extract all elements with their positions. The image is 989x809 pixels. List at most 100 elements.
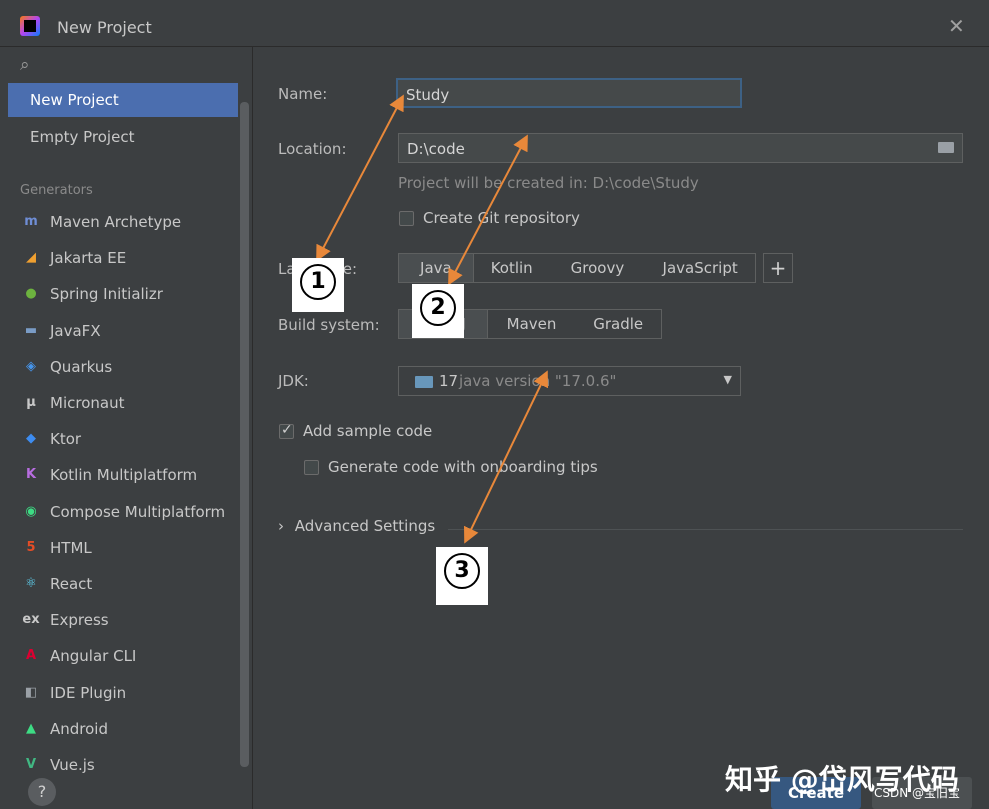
html-icon: 5 — [26, 539, 36, 555]
generator-label: Android — [50, 719, 108, 738]
generator-item[interactable]: ▬ JavaFX — [8, 314, 238, 348]
annotation-two-label: 2 — [420, 290, 456, 326]
git-checkbox-label: Create Git repository — [423, 209, 580, 227]
vue-icon: V — [25, 757, 37, 772]
location-input[interactable]: D:\code — [398, 133, 963, 163]
generator-label: Compose Multiplatform — [50, 502, 226, 521]
advanced-settings-divider — [448, 529, 963, 530]
onboarding-checkbox[interactable] — [304, 460, 319, 475]
annotation-two: 2 — [412, 284, 464, 338]
jdk-label: JDK: — [278, 372, 309, 390]
name-label: Name: — [278, 85, 328, 103]
name-input[interactable]: Study — [396, 78, 742, 108]
help-button[interactable]: ? — [28, 778, 56, 806]
annotation-one-label: 1 — [300, 264, 336, 300]
generators-header: Generators — [20, 183, 93, 198]
angular-icon: A — [25, 648, 37, 664]
sidebar-item-label: New Project — [30, 91, 119, 109]
ktor-icon: ◆ — [26, 431, 36, 447]
title-bar: New Project ✕ — [0, 0, 989, 47]
git-checkbox[interactable] — [399, 211, 414, 226]
sidebar-item-new-project[interactable]: New Project — [8, 83, 238, 117]
generator-label: Kotlin Multiplatform — [50, 466, 198, 485]
annotation-one: 1 — [292, 258, 344, 312]
micronaut-icon: μ — [26, 395, 36, 410]
generator-item[interactable]: A Angular CLI — [8, 639, 238, 673]
build-system-label: Build system: — [278, 316, 380, 334]
express-icon: ex — [22, 612, 40, 628]
generator-item[interactable]: m Maven Archetype — [8, 205, 238, 239]
location-hint: Project will be created in: D:\code\Stud… — [398, 174, 699, 192]
intellij-logo-icon — [20, 16, 40, 36]
generator-item[interactable]: ▲ Android — [8, 712, 238, 746]
generator-item[interactable]: ◢ Jakarta EE — [8, 241, 238, 275]
generator-label: Quarkus — [50, 357, 113, 376]
generator-item[interactable]: 5 HTML — [8, 531, 238, 565]
add-language-button[interactable]: + — [763, 253, 793, 283]
annotation-three: 3 — [436, 547, 488, 605]
language-groovy[interactable]: Groovy — [550, 254, 646, 282]
sidebar-item-empty-project[interactable]: Empty Project — [8, 120, 238, 154]
sidebar-scrollbar[interactable] — [240, 102, 249, 767]
spring-icon: ● — [25, 286, 37, 302]
javafx-icon: ▬ — [24, 322, 38, 338]
csdn-watermark: CSDN @宝旧宝 — [874, 786, 961, 800]
generator-item[interactable]: ⚛ React — [8, 567, 238, 601]
search-icon[interactable]: ⌕ — [20, 55, 30, 75]
language-javascript[interactable]: JavaScript — [645, 254, 755, 282]
generator-item[interactable]: μ Micronaut — [8, 386, 238, 420]
generator-label: Micronaut — [50, 394, 125, 412]
generator-item[interactable]: ex Express — [8, 603, 238, 637]
chevron-right-icon: › — [278, 517, 284, 535]
generator-label: Express — [50, 611, 109, 630]
generator-item[interactable]: ◉ Compose Multiplatform — [8, 495, 238, 529]
android-icon: ▲ — [26, 720, 36, 736]
window-title: New Project — [57, 18, 152, 37]
build-maven[interactable]: Maven — [488, 310, 576, 338]
advanced-settings-toggle[interactable]: › Advanced Settings — [278, 517, 435, 535]
language-selector: Java Kotlin Groovy JavaScript — [398, 253, 756, 283]
advanced-settings-label: Advanced Settings — [294, 517, 436, 535]
onboarding-label: Generate code with onboarding tips — [328, 458, 598, 476]
jdk-folder-icon — [415, 376, 433, 388]
jdk-number: 17 — [439, 372, 459, 390]
generator-item[interactable]: K Kotlin Multiplatform — [8, 458, 238, 492]
annotation-three-label: 3 — [444, 553, 480, 589]
jdk-dropdown[interactable]: 17 java version "17.0.6" ▼ — [398, 366, 741, 396]
generator-label: Ktor — [50, 430, 82, 449]
build-gradle[interactable]: Gradle — [575, 310, 661, 338]
sample-code-label: Add sample code — [303, 422, 433, 440]
location-label: Location: — [278, 140, 347, 158]
language-java[interactable]: Java — [399, 254, 474, 282]
generator-label: React — [50, 575, 93, 593]
jakarta-icon: ◢ — [26, 250, 36, 266]
sidebar: ⌕ New Project Empty Project Generators m… — [0, 47, 253, 809]
maven-icon: m — [24, 214, 38, 229]
close-button[interactable]: ✕ — [948, 14, 965, 38]
chevron-down-icon: ▼ — [723, 373, 732, 386]
generator-label: IDE Plugin — [50, 683, 127, 702]
kotlin-icon: K — [25, 467, 37, 483]
generator-item[interactable]: ◈ Quarkus — [8, 350, 238, 384]
quarkus-icon: ◈ — [26, 358, 36, 374]
location-value: D:\code — [407, 140, 465, 158]
folder-icon[interactable] — [938, 142, 954, 153]
generator-item[interactable]: ◧ IDE Plugin — [8, 676, 238, 710]
project-form: Name: Study Location: D:\code Project wi… — [253, 47, 989, 809]
jdk-version: java version "17.0.6" — [459, 372, 617, 390]
generator-label: Angular CLI — [50, 647, 137, 666]
sidebar-item-label: Empty Project — [30, 128, 135, 146]
language-kotlin[interactable]: Kotlin — [474, 254, 550, 282]
generator-item[interactable]: ◆ Ktor — [8, 422, 238, 456]
generator-label: HTML — [50, 538, 92, 557]
generator-label: Maven Archetype — [50, 213, 182, 231]
generator-label: Jakarta EE — [50, 249, 127, 268]
generator-label: JavaFX — [50, 321, 101, 340]
plugin-icon: ◧ — [24, 684, 38, 700]
sample-code-checkbox[interactable] — [279, 422, 294, 439]
generator-label: Spring Initializr — [50, 285, 163, 304]
generator-item[interactable]: V Vue.js — [8, 748, 238, 782]
react-icon: ⚛ — [25, 576, 37, 591]
compose-icon: ◉ — [25, 503, 37, 519]
generator-item[interactable]: ● Spring Initializr — [8, 277, 238, 311]
